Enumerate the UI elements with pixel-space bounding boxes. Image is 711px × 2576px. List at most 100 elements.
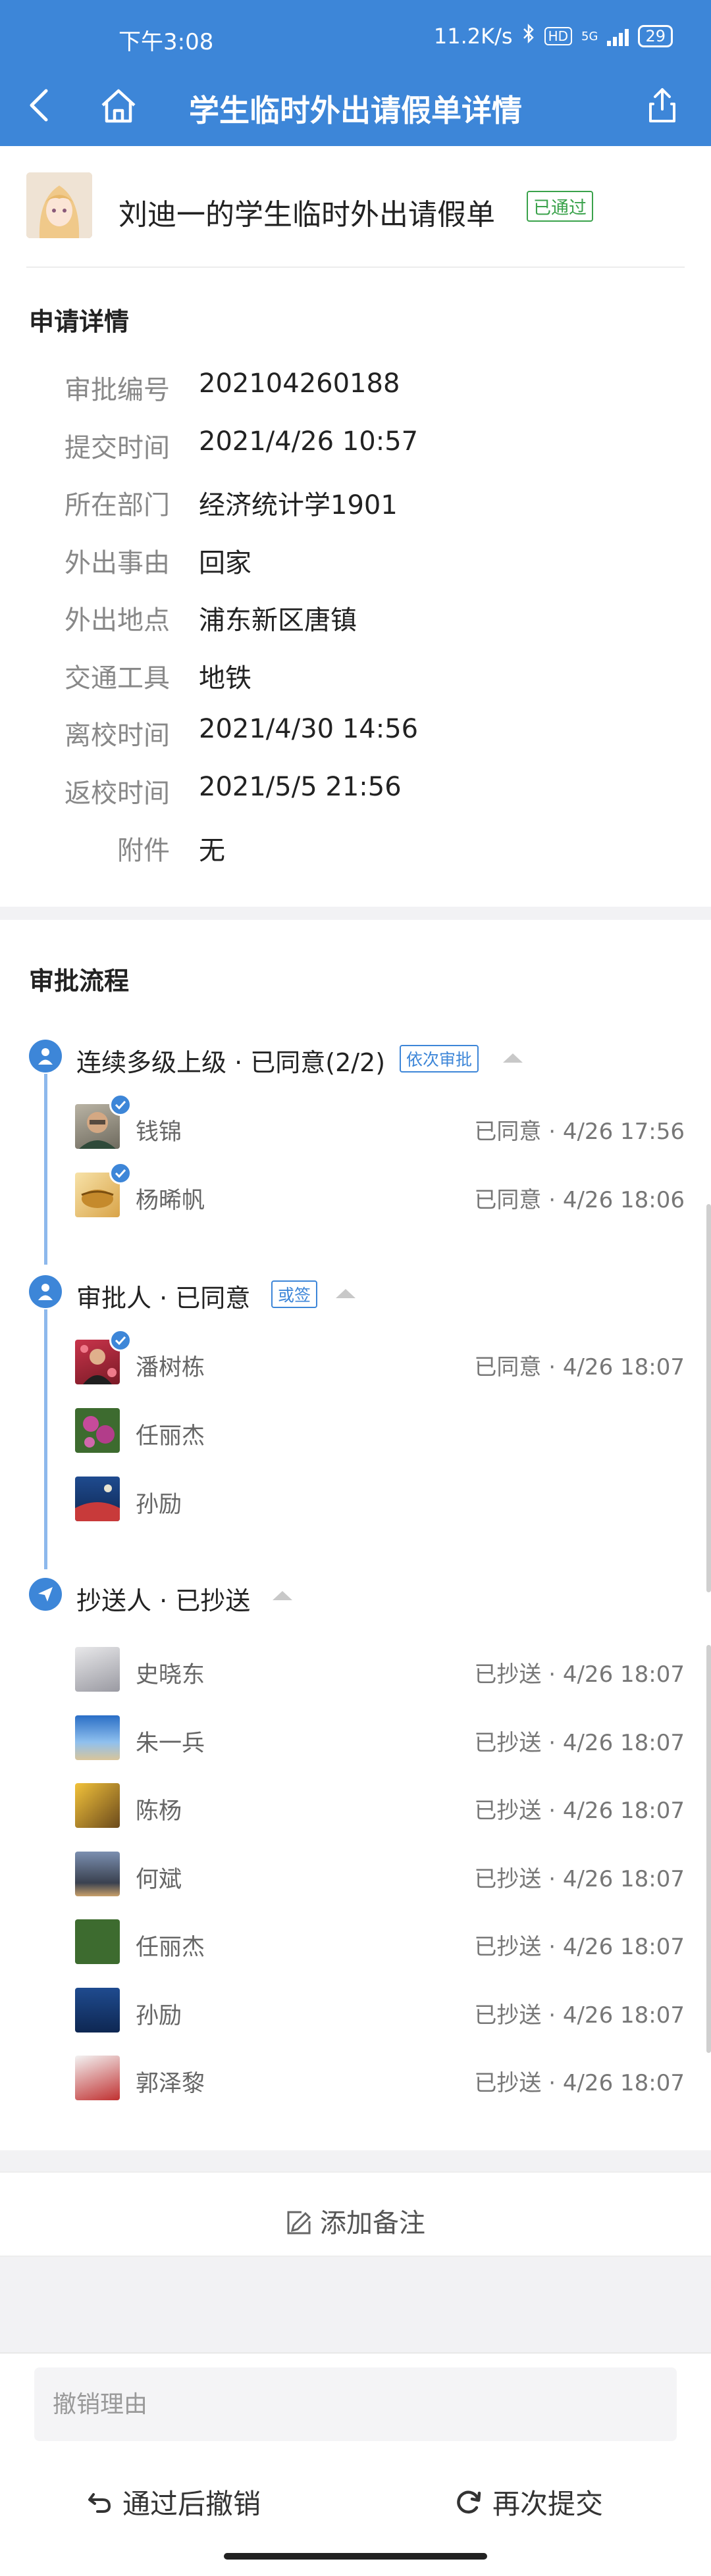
flow-section-title: 审批流程 <box>29 967 130 996</box>
page-title: 学生临时外出请假单详情 <box>189 93 522 128</box>
person-name: 陈杨 <box>136 1798 182 1825</box>
bluetooth-icon <box>522 23 535 49</box>
person-status: 已同意 · 4/26 17:56 <box>474 1119 685 1145</box>
applicant-avatar <box>26 172 92 238</box>
detail-label: 外出事由 <box>65 547 170 578</box>
person-name: 郭泽黎 <box>136 2071 205 2097</box>
revoke-label: 通过后撤销 <box>122 2488 261 2520</box>
detail-label: 审批编号 <box>65 375 170 405</box>
person-name: 任丽杰 <box>136 1423 205 1450</box>
avatar <box>75 1919 120 1964</box>
person-icon <box>38 1284 53 1300</box>
approved-check-icon <box>109 1329 132 1351</box>
share-button[interactable] <box>636 79 689 132</box>
step-title: 审批人 · 已同意 <box>76 1284 251 1313</box>
step-connector <box>44 1074 47 1265</box>
revoke-reason-input[interactable] <box>34 2367 677 2441</box>
top-bar: 下午3:08 11.2K/s HD 5G 29 学生临时外出请假单详情 <box>0 0 711 146</box>
approved-check-icon <box>109 1162 132 1184</box>
home-indicator[interactable] <box>224 2553 487 2560</box>
step-title: 连续多级上级 · 已同意(2/2) <box>76 1048 386 1077</box>
scrollbar[interactable] <box>706 1645 711 2053</box>
detail-value: 202104260188 <box>199 368 400 399</box>
person-status: 已抄送 · 4/26 18:07 <box>474 1661 685 1688</box>
resubmit-button[interactable]: 再次提交 <box>454 2482 603 2522</box>
undo-icon <box>88 2492 111 2513</box>
avatar <box>75 1851 120 1896</box>
detail-value: 地铁 <box>199 663 251 694</box>
person-name: 杨晞帆 <box>136 1188 205 1214</box>
avatar <box>75 1477 120 1521</box>
detail-value: 回家 <box>199 547 251 578</box>
scrollbar[interactable] <box>706 1204 711 1592</box>
detail-label: 提交时间 <box>65 432 170 463</box>
request-title: 刘迪一的学生临时外出请假单 <box>118 198 495 232</box>
resubmit-label: 再次提交 <box>492 2488 604 2520</box>
hd-badge: HD <box>544 27 573 45</box>
avatar <box>75 1647 120 1692</box>
signal-icon <box>607 26 629 46</box>
status-icons: 11.2K/s HD 5G 29 <box>433 23 673 49</box>
details-section-title: 申请详情 <box>29 307 130 336</box>
person-name: 钱锦 <box>136 1119 182 1146</box>
divider <box>26 266 685 268</box>
step-tag: 或签 <box>271 1280 318 1308</box>
app-header: 学生临时外出请假单详情 <box>0 63 711 146</box>
detail-value: 浦东新区唐镇 <box>199 605 357 636</box>
approved-check-icon <box>109 1094 132 1116</box>
battery-icon: 29 <box>638 25 673 47</box>
collapse-caret-icon[interactable] <box>273 1591 292 1600</box>
avatar <box>75 1715 120 1760</box>
status-time: 下午3:08 <box>118 29 214 55</box>
person-status: 已同意 · 4/26 18:07 <box>474 1354 685 1380</box>
detail-label: 附件 <box>117 836 170 866</box>
status-badge: 已通过 <box>527 191 593 222</box>
step-title: 抄送人 · 已抄送 <box>76 1586 251 1615</box>
person-status: 已抄送 · 4/26 18:07 <box>474 1798 685 1824</box>
net-type: 5G <box>581 29 598 43</box>
detail-value: 2021/5/5 21:56 <box>199 771 402 802</box>
person-status: 已抄送 · 4/26 18:07 <box>474 1934 685 1960</box>
send-icon <box>38 1587 53 1602</box>
add-remark-button[interactable]: 添加备注 <box>0 2171 711 2257</box>
detail-label: 外出地点 <box>65 605 170 636</box>
person-name: 孙励 <box>136 2002 182 2029</box>
detail-value: 无 <box>199 836 225 866</box>
share-icon <box>649 88 675 122</box>
avatar <box>75 1408 120 1453</box>
detail-label: 所在部门 <box>65 490 170 520</box>
step-connector <box>44 1309 47 1569</box>
step-approver-icon <box>29 1040 62 1073</box>
refresh-icon <box>457 2490 481 2513</box>
person-name: 潘树栋 <box>136 1355 205 1381</box>
detail-value: 2021/4/26 10:57 <box>199 426 419 457</box>
person-status: 已抄送 · 4/26 18:07 <box>474 1729 685 1756</box>
detail-value: 经济统计学1901 <box>199 490 398 520</box>
status-bar: 下午3:08 11.2K/s HD 5G 29 <box>0 0 711 63</box>
person-name: 孙励 <box>136 1492 182 1518</box>
person-icon <box>38 1048 53 1065</box>
person-status: 已同意 · 4/26 18:06 <box>474 1187 685 1213</box>
collapse-caret-icon[interactable] <box>336 1289 356 1298</box>
person-name: 朱一兵 <box>136 1730 205 1757</box>
person-name: 任丽杰 <box>136 1934 205 1961</box>
person-name: 何斌 <box>136 1866 182 1893</box>
person-name: 史晓东 <box>136 1662 205 1688</box>
edit-icon <box>287 2211 311 2235</box>
network-speed: 11.2K/s <box>433 24 513 49</box>
revoke-after-approve-button[interactable]: 通过后撤销 <box>87 2482 261 2522</box>
person-status: 已抄送 · 4/26 18:07 <box>474 2070 685 2096</box>
detail-label: 离校时间 <box>65 720 170 751</box>
collapse-caret-icon[interactable] <box>503 1053 523 1063</box>
detail-label: 交通工具 <box>65 663 170 694</box>
add-remark-label: 添加备注 <box>320 2208 425 2238</box>
step-tag: 依次审批 <box>400 1045 479 1073</box>
avatar <box>75 1783 120 1828</box>
avatar <box>75 2056 120 2100</box>
detail-value: 2021/4/30 14:56 <box>199 714 419 744</box>
detail-label: 返校时间 <box>65 778 170 809</box>
person-status: 已抄送 · 4/26 18:07 <box>474 2002 685 2029</box>
avatar <box>75 1987 120 2033</box>
person-status: 已抄送 · 4/26 18:07 <box>474 1865 685 1892</box>
step-cc-icon <box>29 1578 62 1611</box>
